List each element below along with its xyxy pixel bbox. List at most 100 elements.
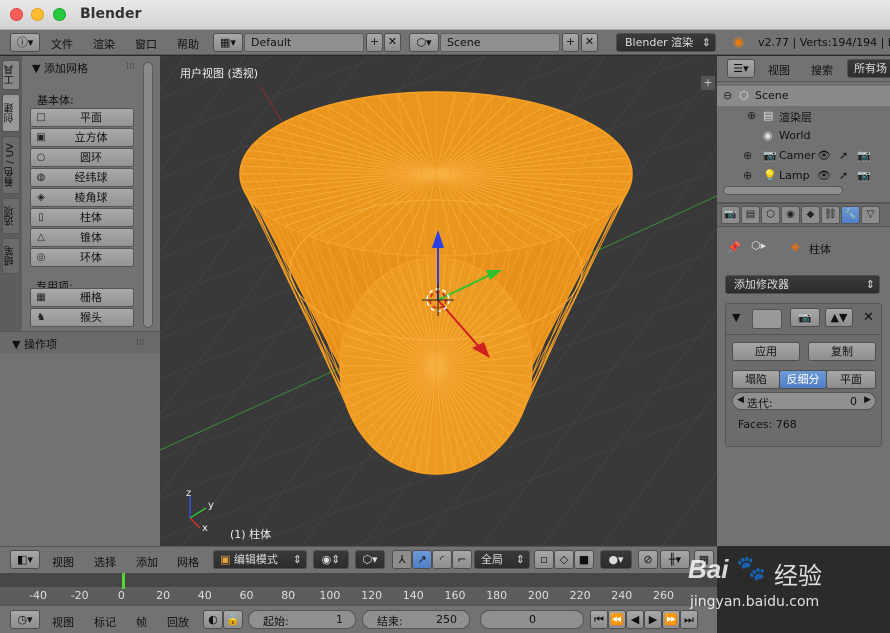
tl-menu-view[interactable]: 视图 [52, 614, 74, 630]
mode-select[interactable]: ▣ 编辑模式 ⇕ [213, 550, 307, 569]
outliner-item[interactable]: ⊕ 💡 Lamp 👁 ➚ 📷 [717, 166, 890, 186]
screen-layout-icon[interactable]: ▦▾ [213, 33, 243, 52]
rotate-manipulator-icon[interactable]: ◜ [432, 550, 452, 569]
timeline-track[interactable] [0, 573, 717, 587]
vp-menu-mesh[interactable]: 网格 [177, 554, 199, 570]
expand-icon[interactable]: ⊕ [743, 169, 752, 182]
vp-menu-view[interactable]: 视图 [52, 554, 74, 570]
timeline[interactable]: -40 -20 0 20 40 60 80 100 120 140 160 180 200 220 240 2… [0, 573, 717, 605]
add-scene-button[interactable]: + [562, 33, 579, 52]
record-icon[interactable]: ◐ [203, 610, 223, 629]
panel-header-add-mesh[interactable]: ▼ 添加网格 [32, 60, 88, 76]
tab-shading-uv[interactable]: 着色 / UV [2, 136, 20, 194]
close-icon[interactable]: ✕ [863, 310, 874, 325]
iterations-field[interactable]: ◀ 迭代: 0 ▶ [732, 392, 876, 410]
menu-render[interactable]: 渲染 [93, 36, 115, 52]
decrement-icon[interactable]: ◀ [737, 395, 744, 405]
outliner-editor-icon[interactable]: ☰▾ [727, 59, 755, 78]
add-grid-button[interactable]: ▦ 栅格 [30, 288, 134, 307]
menu-file[interactable]: 文件 [51, 36, 73, 52]
start-frame-field[interactable]: 起始: 1 [248, 610, 356, 629]
cylinder-mesh[interactable] [239, 91, 633, 475]
tab-options[interactable]: 选项 [2, 198, 20, 234]
lock-icon[interactable]: 🔒 [223, 610, 243, 629]
current-frame-field[interactable]: 0 [480, 610, 584, 629]
subdiv-collapse-tab[interactable]: 塌陷 [732, 370, 780, 389]
add-uv-sphere-button[interactable]: ◍ 经纬球 [30, 168, 134, 187]
tab-grease-pencil[interactable]: 蜡笔 [2, 238, 20, 274]
properties-tab-object-icon[interactable]: ◆ [801, 206, 820, 224]
grip-icon[interactable]: ⁞⁞⁞ [136, 338, 145, 348]
editor-type-button[interactable]: ⓘ▾ [10, 33, 40, 52]
close-window-button[interactable] [10, 8, 23, 21]
render-toggle-icon[interactable]: 📷 [790, 308, 820, 327]
add-cone-button[interactable]: △ 锥体 [30, 228, 134, 247]
prev-keyframe-icon[interactable]: ⏪ [608, 610, 626, 629]
subdiv-planar-tab[interactable]: 平面 [826, 370, 876, 389]
selectable-cursor-icon[interactable]: ➚ [839, 169, 848, 182]
play-reverse-icon[interactable]: ◀ [626, 610, 644, 629]
face-select-icon[interactable]: ■ [574, 550, 594, 569]
shading-select[interactable]: ◉⇕ [313, 550, 349, 569]
manipulator-toggle-icon[interactable]: ⅄ [392, 550, 412, 569]
outliner-menu-view[interactable]: 视图 [768, 62, 790, 78]
timeline-editor-icon[interactable]: ◷▾ [10, 610, 40, 629]
properties-tab-world-icon[interactable]: ◉ [781, 206, 800, 224]
grip-icon[interactable]: ⁞⁞⁞ [126, 62, 135, 72]
menu-help[interactable]: 帮助 [177, 36, 199, 52]
add-monkey-button[interactable]: ♞ 猴头 [30, 308, 134, 327]
maximize-window-button[interactable] [53, 8, 66, 21]
vertex-select-icon[interactable]: ▫ [534, 550, 554, 569]
properties-tab-render-icon[interactable]: 📷 [721, 206, 740, 224]
remove-screen-button[interactable]: ✕ [384, 33, 401, 52]
outliner-menu-search[interactable]: 搜索 [811, 62, 833, 78]
properties-tab-modifiers-icon[interactable]: 🔧 [841, 206, 860, 224]
tab-tools[interactable]: 工具 [2, 60, 20, 90]
add-modifier-select[interactable]: 添加修改器 ⇕ [725, 275, 880, 294]
renderable-camera-icon[interactable]: 📷 [857, 149, 871, 162]
add-circle-button[interactable]: ○ 圆环 [30, 148, 134, 167]
viewport-canvas[interactable] [160, 56, 717, 546]
selectable-cursor-icon[interactable]: ➚ [839, 149, 848, 162]
collapse-icon[interactable]: ▼ [732, 311, 740, 324]
jump-start-icon[interactable]: ⏮ [590, 610, 608, 629]
next-keyframe-icon[interactable]: ⏩ [662, 610, 680, 629]
properties-toggle-button[interactable]: + [701, 76, 715, 90]
visibility-eye-icon[interactable]: 👁 [817, 169, 831, 182]
add-cube-button[interactable]: ▣ 立方体 [30, 128, 134, 147]
scene-field[interactable]: Scene [440, 33, 560, 52]
outliner-item[interactable]: ⊖ ⬡ Scene [717, 86, 890, 106]
copy-button[interactable]: 复制 [808, 342, 876, 361]
screen-layout-field[interactable]: Default [244, 33, 364, 52]
properties-tab-scene-icon[interactable]: ⬡ [761, 206, 780, 224]
outliner-filter-select[interactable]: 所有场 [847, 59, 890, 78]
outliner-scrollbar[interactable] [723, 186, 843, 195]
visibility-eye-icon[interactable]: 👁 [817, 149, 831, 162]
increment-icon[interactable]: ▶ [864, 395, 871, 405]
scene-icon[interactable]: ⬡▾ [409, 33, 439, 52]
modifier-name-field[interactable] [752, 309, 782, 329]
move-updown-icon[interactable]: ▲▼ [825, 308, 853, 327]
tl-menu-marker[interactable]: 标记 [94, 614, 116, 630]
translate-manipulator-icon[interactable]: ↗ [412, 550, 432, 569]
snap-icon[interactable]: ⊘ [638, 550, 658, 569]
tl-menu-playback[interactable]: 回放 [167, 614, 189, 630]
expand-icon[interactable]: ⊕ [747, 109, 756, 122]
expand-icon[interactable]: ⊕ [743, 149, 752, 162]
apply-button[interactable]: 应用 [732, 342, 800, 361]
menu-window[interactable]: 窗口 [135, 36, 157, 52]
snap-element-icon[interactable]: ╫▾ [660, 550, 690, 569]
pivot-select[interactable]: ⬡▾ [355, 550, 385, 569]
remove-scene-button[interactable]: ✕ [581, 33, 598, 52]
operator-panel-header[interactable]: ▼ 操作项 [12, 336, 57, 352]
minimize-window-button[interactable] [31, 8, 44, 21]
tab-create[interactable]: 创建 [2, 94, 20, 132]
renderable-camera-icon[interactable]: 📷 [857, 169, 871, 182]
end-frame-field[interactable]: 结束: 250 [362, 610, 470, 629]
edge-select-icon[interactable]: ◇ [554, 550, 574, 569]
add-ico-sphere-button[interactable]: ◈ 棱角球 [30, 188, 134, 207]
scale-manipulator-icon[interactable]: ⌐ [452, 550, 472, 569]
add-screen-button[interactable]: + [366, 33, 383, 52]
subdiv-unsubdivide-tab[interactable]: 反细分 [779, 370, 827, 389]
properties-tab-constraints-icon[interactable]: ⛓ [821, 206, 840, 224]
